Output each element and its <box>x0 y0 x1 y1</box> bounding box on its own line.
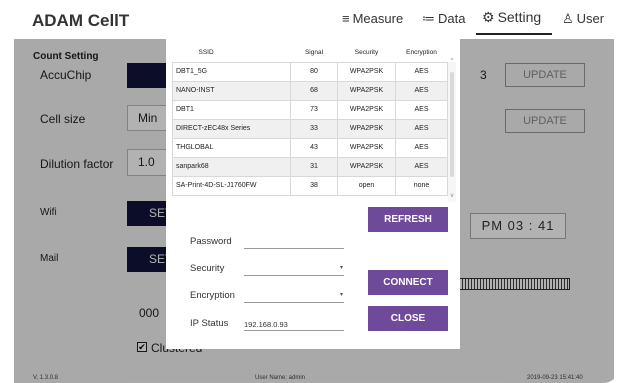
signal-cell: 68 <box>290 80 338 101</box>
wifi-dialog: SSID Signal Security Encryption DBT1_5G … <box>166 38 460 349</box>
column-signal: Signal <box>304 49 324 57</box>
encryption-cell: AES <box>395 156 448 177</box>
security-cell: WPA2PSK <box>337 118 396 139</box>
scroll-up-icon[interactable]: ^ <box>448 58 456 64</box>
security-cell: WPA2PSK <box>337 137 396 158</box>
table-row[interactable]: THGLOBAL 43 WPA2PSK AES <box>172 137 448 158</box>
nav-measure[interactable]: ≡ Measure <box>342 11 403 37</box>
nav-measure-label: Measure <box>352 11 404 26</box>
ssid-cell: DIRECT-zEC48x Series <box>172 118 291 139</box>
password-label: Password <box>190 236 232 247</box>
signal-cell: 38 <box>290 175 338 196</box>
table-row[interactable]: SA-Print-4D-SL-J1760FW 38 open none <box>172 175 448 196</box>
dropdown-arrow-icon: ▾ <box>339 292 343 298</box>
wifi-network-table: SSID Signal Security Encryption DBT1_5G … <box>172 44 448 196</box>
encryption-cell: none <box>395 175 448 196</box>
ip-status-label: IP Status <box>190 318 229 329</box>
device-frame: ADAM CellT ≡ Measure ≔ Data ⚙ Setting ♙ User… <box>0 0 618 383</box>
password-field[interactable] <box>244 235 344 249</box>
signal-cell: 31 <box>290 156 338 177</box>
encryption-label: Encryption <box>190 290 235 301</box>
encryption-cell: AES <box>395 137 448 158</box>
user-icon: ♙ <box>562 11 574 26</box>
table-scrollbar[interactable]: ^ v <box>448 58 456 202</box>
security-label: Security <box>190 263 225 274</box>
scroll-down-icon[interactable]: v <box>448 193 456 199</box>
table-row[interactable]: sanpark68 31 WPA2PSK AES <box>172 156 448 177</box>
scrollbar-thumb[interactable] <box>450 72 454 177</box>
security-select[interactable]: ▾ <box>244 262 344 276</box>
encryption-select[interactable]: ▾ <box>244 289 344 303</box>
dropdown-arrow-icon: ▾ <box>339 265 343 271</box>
table-row[interactable]: DBT1 73 WPA2PSK AES <box>172 99 448 120</box>
ip-status-value: 192.168.0.93 <box>244 317 344 331</box>
ssid-cell: NANO-INST <box>172 80 291 101</box>
nav-data-label: Data <box>438 11 466 26</box>
ssid-cell: DBT1_5G <box>172 61 291 82</box>
nav-setting-label: Setting <box>497 9 542 25</box>
table-row[interactable]: DBT1_5G 80 WPA2PSK AES <box>172 61 448 82</box>
security-cell: WPA2PSK <box>337 156 396 177</box>
nav-user[interactable]: ♙ User <box>562 11 604 37</box>
ssid-cell: DBT1 <box>172 99 291 120</box>
ssid-cell: sanpark68 <box>172 156 291 177</box>
refresh-button[interactable]: REFRESH <box>368 207 448 232</box>
gear-icon: ⚙ <box>482 9 495 25</box>
column-security: Security <box>354 49 379 57</box>
signal-cell: 80 <box>290 61 338 82</box>
encryption-cell: AES <box>395 80 448 101</box>
ssid-cell: THGLOBAL <box>172 137 291 158</box>
menu-icon: ≡ <box>342 11 350 26</box>
security-cell: WPA2PSK <box>337 80 396 101</box>
column-encryption: Encryption <box>406 49 437 57</box>
app-title: ADAM CellT <box>32 11 130 30</box>
encryption-cell: AES <box>395 61 448 82</box>
nav-user-label: User <box>576 11 605 26</box>
ssid-cell: SA-Print-4D-SL-J1760FW <box>172 175 291 196</box>
top-bar: ADAM CellT ≡ Measure ≔ Data ⚙ Setting ♙ User <box>14 2 614 39</box>
list-icon: ≔ <box>422 11 435 26</box>
encryption-cell: AES <box>395 118 448 139</box>
signal-cell: 33 <box>290 118 338 139</box>
table-header-row: SSID Signal Security Encryption <box>173 44 448 62</box>
signal-cell: 73 <box>290 99 338 120</box>
security-cell: WPA2PSK <box>337 99 396 120</box>
column-ssid: SSID <box>198 49 214 57</box>
table-row[interactable]: NANO-INST 68 WPA2PSK AES <box>172 80 448 101</box>
security-cell: WPA2PSK <box>337 61 396 82</box>
signal-cell: 43 <box>290 137 338 158</box>
nav-data[interactable]: ≔ Data <box>422 11 465 37</box>
security-cell: open <box>337 175 396 196</box>
table-row[interactable]: DIRECT-zEC48x Series 33 WPA2PSK AES <box>172 118 448 139</box>
nav-setting[interactable]: ⚙ Setting <box>476 9 552 35</box>
connect-button[interactable]: CONNECT <box>368 270 448 295</box>
close-button[interactable]: CLOSE <box>368 306 448 331</box>
encryption-cell: AES <box>395 99 448 120</box>
